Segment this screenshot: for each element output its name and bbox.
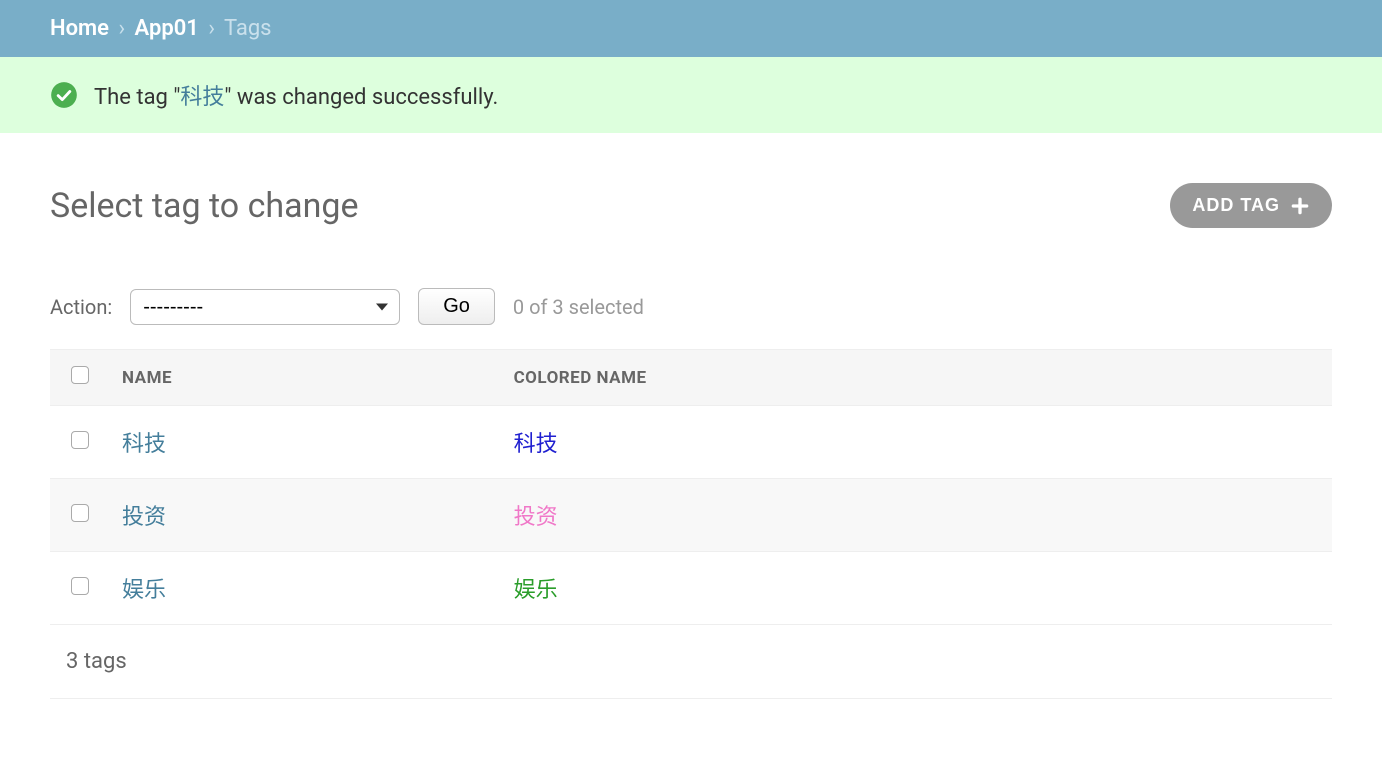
add-tag-label: ADD TAG — [1192, 195, 1280, 216]
column-header-colored-name[interactable]: Colored Name — [502, 350, 1332, 406]
colored-name: 科技 — [514, 432, 558, 457]
table-row: 科技 科技 — [50, 406, 1332, 479]
row-checkbox[interactable] — [71, 431, 89, 449]
colored-name: 投资 — [514, 505, 558, 530]
row-checkbox[interactable] — [71, 577, 89, 595]
add-tag-button[interactable]: ADD TAG — [1170, 183, 1332, 228]
success-message-text: The tag "科技" was changed successfully. — [94, 79, 498, 111]
plus-icon — [1290, 196, 1310, 216]
breadcrumb-current: Tags — [224, 16, 272, 41]
breadcrumb-app[interactable]: App01 — [135, 16, 199, 41]
select-all-checkbox[interactable] — [71, 366, 89, 384]
results-count: 3 tags — [50, 625, 1332, 699]
go-button[interactable]: Go — [418, 288, 495, 325]
breadcrumb-separator: › — [118, 16, 125, 41]
action-select[interactable]: --------- — [130, 289, 400, 325]
actions-bar: Action: --------- Go 0 of 3 selected — [50, 288, 1332, 325]
breadcrumb-separator: › — [208, 16, 215, 41]
page-title: Select tag to change — [50, 186, 359, 226]
colored-name: 娱乐 — [514, 578, 558, 603]
row-checkbox[interactable] — [71, 504, 89, 522]
tag-name-link[interactable]: 投资 — [122, 505, 166, 530]
breadcrumb: Home › App01 › Tags — [0, 0, 1382, 57]
message-suffix: " was changed successfully. — [224, 85, 498, 110]
column-header-name[interactable]: Name — [110, 350, 502, 406]
success-message: The tag "科技" was changed successfully. — [0, 57, 1382, 133]
breadcrumb-home[interactable]: Home — [50, 16, 109, 41]
action-label: Action: — [50, 295, 112, 319]
tag-name-link[interactable]: 娱乐 — [122, 578, 166, 603]
selection-count: 0 of 3 selected — [513, 295, 644, 319]
message-tag-link[interactable]: 科技 — [180, 85, 224, 110]
message-prefix: The tag " — [94, 85, 180, 110]
table-row: 投资 投资 — [50, 479, 1332, 552]
table-row: 娱乐 娱乐 — [50, 552, 1332, 625]
tag-name-link[interactable]: 科技 — [122, 432, 166, 457]
results-table: Name Colored Name 科技 科技 投资 投资 娱乐 娱乐 — [50, 349, 1332, 625]
success-check-icon — [50, 81, 78, 109]
